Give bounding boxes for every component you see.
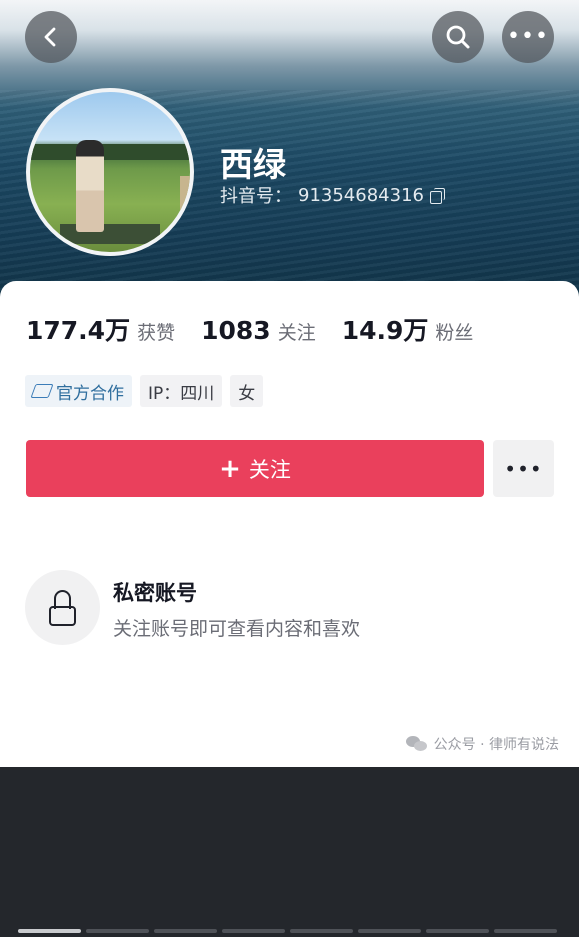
watermark-text: 公众号 · 律师有说法 — [433, 737, 559, 753]
stat-likes[interactable]: 177.4万 获赞 — [26, 311, 175, 347]
progress-segment — [290, 929, 353, 933]
stat-following-value: 1083 — [201, 316, 271, 345]
tags-row: 官方合作 IP：四川 女 — [25, 375, 264, 407]
tag-gender: 女 — [230, 375, 264, 407]
more-options-button[interactable]: ••• — [502, 11, 554, 63]
private-account-title: 私密账号 — [113, 581, 197, 605]
douyin-id-label: 抖音号： — [220, 186, 292, 207]
stat-likes-value: 177.4万 — [26, 316, 131, 345]
stat-followers[interactable]: 14.9万 粉丝 — [342, 311, 474, 347]
progress-segment — [18, 929, 81, 933]
stat-followers-value: 14.9万 — [341, 316, 429, 345]
wechat-icon — [405, 736, 428, 752]
official-cooperation-icon — [33, 384, 51, 398]
profile-header: ••• 西绿 抖音号： 91354684316 — [0, 0, 579, 300]
progress-segment — [426, 929, 489, 933]
douyin-id-row[interactable]: 抖音号： 91354684316 — [220, 182, 445, 208]
progress-segment — [222, 929, 285, 933]
profile-card: 177.4万 获赞 1083 关注 14.9万 粉丝 官方合作 IP：四川 女 … — [0, 281, 579, 767]
stat-likes-label: 获赞 — [137, 322, 176, 344]
story-progress-bar — [18, 929, 557, 933]
stat-following-label: 关注 — [277, 322, 316, 344]
avatar[interactable] — [26, 88, 194, 256]
profile-name: 西绿 — [220, 145, 286, 184]
copy-icon[interactable] — [429, 187, 445, 204]
avatar-golfer — [76, 140, 104, 232]
tag-ip-location: IP：四川 — [140, 375, 223, 407]
more-actions-button[interactable]: ••• — [493, 440, 554, 497]
progress-segment — [154, 929, 217, 933]
lock-badge — [25, 570, 100, 645]
progress-segment — [358, 929, 421, 933]
avatar-mat — [60, 224, 160, 244]
tag-official-cooperation[interactable]: 官方合作 — [25, 375, 132, 407]
avatar-post — [180, 176, 190, 226]
chevron-left-icon — [44, 27, 56, 47]
stat-followers-label: 粉丝 — [435, 322, 474, 344]
tag-official-label: 官方合作 — [56, 383, 124, 404]
more-horizontal-icon: ••• — [507, 24, 549, 49]
lock-icon-body — [49, 606, 76, 626]
search-button[interactable] — [432, 11, 484, 63]
plus-icon: + — [219, 453, 241, 484]
stat-following[interactable]: 1083 关注 — [201, 316, 316, 345]
follow-button[interactable]: + 关注 — [26, 440, 484, 497]
search-icon — [446, 25, 470, 49]
back-button[interactable] — [25, 11, 77, 63]
tag-ip-label: IP：四川 — [148, 383, 215, 404]
follow-button-label: 关注 — [248, 457, 291, 482]
progress-segment — [86, 929, 149, 933]
more-horizontal-icon: ••• — [504, 456, 543, 481]
stats-row: 177.4万 获赞 1083 关注 14.9万 粉丝 — [26, 311, 499, 347]
avatar-trees — [30, 144, 190, 160]
private-account-description: 关注账号即可查看内容和喜欢 — [113, 618, 361, 640]
douyin-id-value: 91354684316 — [298, 184, 424, 206]
watermark: 公众号 · 律师有说法 — [405, 734, 559, 754]
progress-segment — [494, 929, 557, 933]
tag-gender-label: 女 — [238, 383, 256, 404]
